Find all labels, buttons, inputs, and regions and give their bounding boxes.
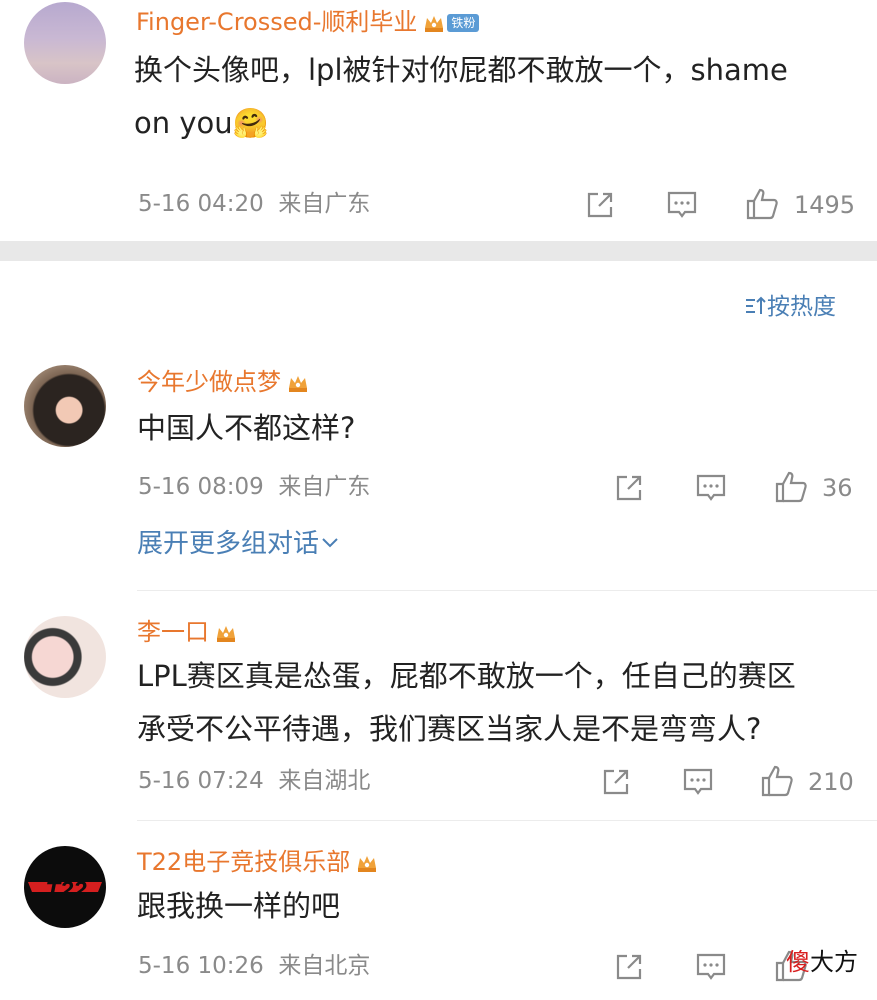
fan-badge: 铁粉 <box>447 13 480 33</box>
comment-text: 换个头像吧，lpl被针对你屁都不敢放一个，shame on you🤗 <box>134 53 788 140</box>
like-icon[interactable] <box>745 187 779 221</box>
divider <box>137 820 877 821</box>
share-icon[interactable] <box>585 190 615 220</box>
avatar[interactable] <box>24 616 106 698</box>
comment-location: 来自广东 <box>278 474 371 500</box>
divider <box>137 590 877 591</box>
share-icon[interactable] <box>614 952 644 982</box>
crown-icon <box>358 856 377 872</box>
avatar[interactable] <box>24 2 106 84</box>
crown-icon <box>289 376 307 392</box>
comment-text: 中国人不都这样? <box>137 411 356 445</box>
comment-meta: 5-16 07:24 来自湖北 <box>138 770 370 793</box>
chevron-down-icon <box>322 538 338 548</box>
like-icon[interactable] <box>774 470 808 504</box>
comment-icon[interactable] <box>682 767 714 797</box>
comment-time: 5-16 04:20 <box>138 191 264 217</box>
sort-icon <box>746 296 766 314</box>
comment-meta: 5-16 10:26 来自北京 <box>138 955 370 978</box>
section-divider <box>0 241 877 261</box>
t22-logo-icon: T22 <box>28 877 102 904</box>
avatar[interactable]: T22 <box>24 846 106 928</box>
comment-location: 来自湖北 <box>278 768 371 794</box>
share-icon[interactable] <box>601 767 631 797</box>
comment-time: 5-16 08:09 <box>138 474 264 500</box>
like-count: 36 <box>822 474 853 502</box>
svg-text:T22: T22 <box>45 877 87 904</box>
like-count: 1495 <box>794 191 856 219</box>
like-icon[interactable] <box>760 764 794 798</box>
watermark: 傻大方 <box>786 948 858 976</box>
crown-icon <box>425 16 444 32</box>
comment-meta: 5-16 08:09 来自广东 <box>138 476 370 499</box>
comment-meta: 5-16 04:20 来自广东 <box>138 193 370 216</box>
comment-text: LPL赛区真是怂蛋，屁都不敢放一个，任自己的赛区 承受不公平待遇，我们赛区当家人… <box>137 659 796 746</box>
comment-location: 来自广东 <box>278 191 371 217</box>
avatar[interactable] <box>24 365 106 447</box>
comment-icon[interactable] <box>695 473 727 503</box>
comment-text: 跟我换一样的吧 <box>137 889 341 923</box>
sort-button[interactable]: 按热度 <box>745 296 836 319</box>
expand-replies-link[interactable]: 展开更多组对话 <box>137 531 339 557</box>
comment-location: 来自北京 <box>278 953 371 979</box>
username[interactable]: T22电子竞技俱乐部 <box>137 850 378 874</box>
comment-time: 5-16 10:26 <box>138 953 264 979</box>
username[interactable]: 李一口 <box>137 620 237 644</box>
like-count: 210 <box>808 768 854 796</box>
crown-icon <box>217 626 235 642</box>
comment-time: 5-16 07:24 <box>138 768 264 794</box>
comment-icon[interactable] <box>695 952 727 982</box>
comment-icon[interactable] <box>666 190 698 220</box>
username[interactable]: Finger-Crossed-顺利毕业 铁粉 <box>136 10 480 34</box>
share-icon[interactable] <box>614 473 644 503</box>
username[interactable]: 今年少做点梦 <box>137 370 309 394</box>
